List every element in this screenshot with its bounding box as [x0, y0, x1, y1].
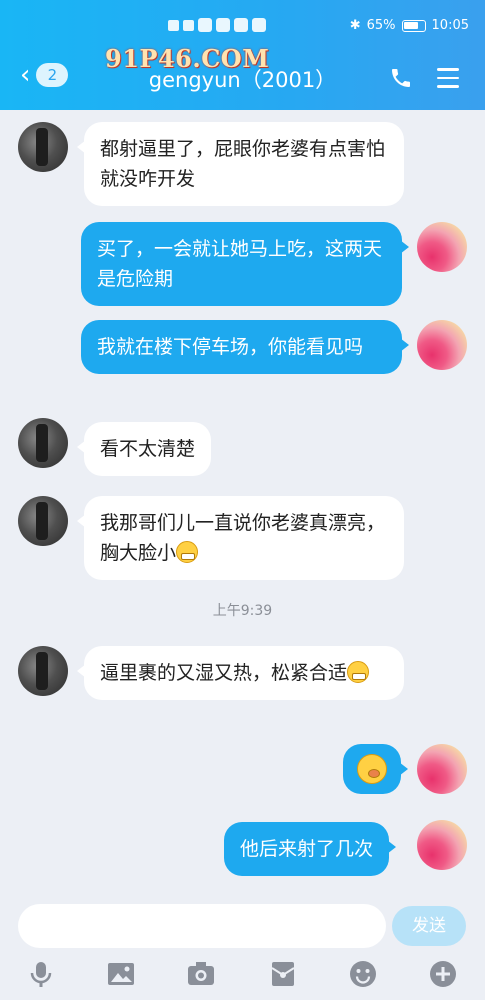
- incoming-message[interactable]: 看不太清楚: [76, 422, 212, 476]
- phone-icon[interactable]: [389, 66, 413, 90]
- image-icon[interactable]: [106, 959, 136, 989]
- message-input[interactable]: [18, 904, 386, 948]
- mic-icon[interactable]: [26, 959, 56, 989]
- my-avatar[interactable]: [417, 222, 467, 272]
- send-button[interactable]: 发送: [392, 906, 466, 946]
- red-packet-icon[interactable]: [268, 959, 298, 989]
- status-right: ✱ 65% 10:05: [350, 18, 469, 33]
- outgoing-message[interactable]: 我就在楼下停车场，你能看见吗: [81, 320, 409, 374]
- chat-area[interactable]: 都射逼里了，屁眼你老婆有点害怕就没咋开发 买了，一会就让她马上吃，这两天是危险期…: [0, 110, 485, 900]
- battery-percent: 65%: [366, 18, 396, 33]
- incoming-message[interactable]: 逼里裹的又湿又热，松紧合适: [77, 646, 404, 700]
- outgoing-emoji-message[interactable]: [343, 744, 408, 794]
- contact-avatar[interactable]: [18, 646, 68, 696]
- mail-icon: [234, 18, 248, 32]
- chat-header: ✱ 65% 10:05 91P46.COM ‹ 2 gengyun（2001）: [0, 0, 485, 110]
- message-timestamp: 上午9:39: [212, 603, 273, 619]
- app-icon: [198, 18, 212, 32]
- camera-icon[interactable]: [186, 959, 216, 989]
- my-avatar[interactable]: [417, 744, 467, 794]
- incoming-message[interactable]: 我那哥们儿一直说你老婆真漂亮，胸大脸小: [77, 496, 404, 580]
- thinking-emoji-icon: [357, 754, 387, 784]
- my-avatar[interactable]: [417, 820, 467, 870]
- video-icon: [252, 18, 266, 32]
- browser-icon: [216, 18, 230, 32]
- bluetooth-icon: ✱: [349, 18, 361, 33]
- status-bar: ✱ 65% 10:05: [0, 16, 485, 42]
- input-bar: 发送: [0, 900, 485, 952]
- clock: 10:05: [431, 18, 469, 33]
- status-left-icons: [168, 18, 266, 32]
- my-avatar[interactable]: [417, 320, 467, 370]
- plus-icon[interactable]: [428, 959, 458, 989]
- outgoing-message[interactable]: 买了，一会就让她马上吃，这两天是危险期: [81, 222, 409, 306]
- outgoing-message[interactable]: 他后来射了几次: [224, 822, 397, 876]
- message-text: 我那哥们儿一直说你老婆真漂亮，胸大脸小: [100, 512, 386, 564]
- signal-icon: [183, 19, 194, 31]
- contact-avatar[interactable]: [18, 418, 68, 468]
- emoji-icon[interactable]: [348, 959, 378, 989]
- contact-avatar[interactable]: [18, 496, 68, 546]
- battery-icon: [401, 19, 426, 32]
- hd-icon: [168, 19, 179, 31]
- grin-emoji-icon: [347, 661, 370, 683]
- menu-icon[interactable]: [437, 68, 459, 88]
- contact-avatar[interactable]: [18, 122, 68, 172]
- incoming-message[interactable]: 都射逼里了，屁眼你老婆有点害怕就没咋开发: [77, 122, 404, 206]
- message-text: 逼里裹的又湿又热，松紧合适: [100, 662, 348, 684]
- grin-emoji-icon: [176, 541, 199, 563]
- input-toolbar: [0, 955, 485, 1000]
